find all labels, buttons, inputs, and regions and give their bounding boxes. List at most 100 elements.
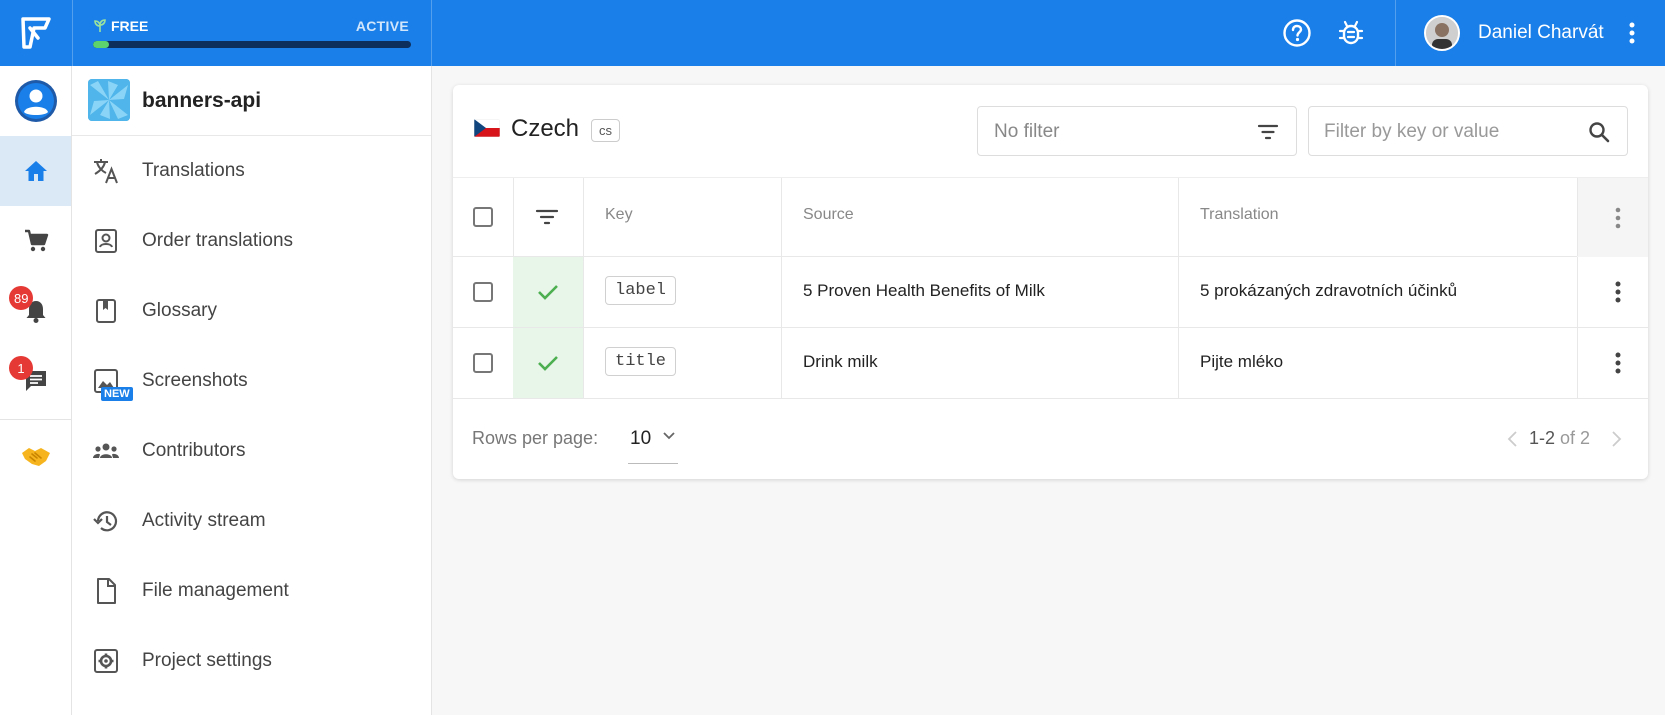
- rail-account[interactable]: [0, 66, 71, 136]
- rows-per-page-label: Rows per page:: [472, 428, 599, 448]
- plan-name: FREE: [111, 18, 149, 34]
- rail-notifications[interactable]: 89: [0, 276, 71, 346]
- handshake-icon: [21, 448, 50, 466]
- column-header-key[interactable]: Key: [605, 206, 633, 224]
- state-filter-icon[interactable]: [535, 206, 559, 228]
- next-page-icon[interactable]: [1606, 427, 1626, 451]
- sidebar-item-order-translations[interactable]: Order translations: [72, 206, 431, 276]
- history-icon: [93, 511, 118, 532]
- filter-icon: [1257, 124, 1279, 140]
- bug-report-button[interactable]: [1335, 17, 1367, 49]
- column-header-source[interactable]: Source: [803, 206, 854, 224]
- sidebar-item-file-management[interactable]: File management: [72, 556, 431, 626]
- rows-per-page-value: 10: [630, 428, 652, 449]
- filter-select[interactable]: No filter: [977, 106, 1297, 156]
- project-avatar-icon: [88, 79, 130, 121]
- rail-partners[interactable]: [0, 422, 71, 492]
- pagination-bar: Rows per page: 10 1-2 of 2: [453, 400, 1648, 479]
- check-icon: [538, 285, 558, 300]
- project-avatar: [88, 79, 130, 121]
- sidebar-item-contributors[interactable]: Contributors: [72, 416, 431, 486]
- user-photo-icon: [1426, 17, 1458, 49]
- row-checkbox[interactable]: [473, 353, 493, 373]
- table-row[interactable]: title Drink milk Pijte mléko: [453, 328, 1648, 399]
- account-circle-icon: [14, 80, 57, 122]
- page-range: 1-2 of 2: [1529, 428, 1590, 449]
- sidebar-item-project-settings[interactable]: Project settings: [72, 626, 431, 696]
- search-field[interactable]: [1308, 106, 1628, 156]
- sidebar-item-activity-stream[interactable]: Activity stream: [72, 486, 431, 556]
- rail-divider: [0, 419, 71, 420]
- user-avatar[interactable]: [1424, 15, 1460, 51]
- more-vertical-icon: [1629, 22, 1635, 44]
- czech-flag-icon: [474, 119, 500, 137]
- translations-card: Czech cs No filter Key Source Translatio…: [453, 85, 1648, 479]
- order-icon: [95, 229, 117, 253]
- filter-value: No filter: [994, 121, 1060, 142]
- row-menu-button[interactable]: [1603, 348, 1633, 378]
- top-bar: FREE ACTIVE Daniel Charvát: [0, 0, 1665, 66]
- search-input[interactable]: [1324, 119, 1574, 145]
- sidebar-item-glossary[interactable]: Glossary: [72, 276, 431, 346]
- rail-home[interactable]: [0, 136, 71, 206]
- top-bar-divider: [1395, 0, 1396, 66]
- file-icon: [97, 578, 116, 604]
- rows-per-page-select[interactable]: 10: [628, 425, 678, 464]
- row-checkbox[interactable]: [473, 282, 493, 302]
- row-menu-button[interactable]: [1603, 277, 1633, 307]
- plan-progress-bar: [93, 41, 411, 48]
- rail-messages[interactable]: 1: [0, 346, 71, 416]
- source-cell[interactable]: 5 Proven Health Benefits of Milk: [803, 281, 1045, 301]
- sidebar-item-label: Glossary: [142, 300, 217, 321]
- sidebar-item-screenshots[interactable]: NEW Screenshots: [72, 346, 431, 416]
- select-all-checkbox[interactable]: [473, 207, 493, 227]
- cart-icon: [24, 229, 48, 252]
- source-cell[interactable]: Drink milk: [803, 352, 878, 372]
- help-button[interactable]: [1281, 17, 1313, 49]
- more-vertical-icon: [1615, 281, 1621, 303]
- search-icon: [1589, 122, 1610, 143]
- user-menu-button[interactable]: [1622, 18, 1642, 48]
- page-range-total: of 2: [1560, 428, 1591, 448]
- key-chip[interactable]: label: [605, 276, 677, 305]
- translate-icon: [94, 159, 118, 184]
- bug-icon: [1338, 20, 1364, 45]
- more-vertical-icon: [1615, 352, 1621, 374]
- page-range-value: 1-2: [1529, 428, 1556, 448]
- plan-progress-fill: [93, 41, 109, 48]
- previous-page-icon[interactable]: [1503, 427, 1523, 451]
- translation-cell[interactable]: 5 prokázaných zdravotních účinků: [1200, 281, 1457, 301]
- sidebar-item-label: Contributors: [142, 440, 246, 461]
- table-row[interactable]: label 5 Proven Health Benefits of Milk 5…: [453, 257, 1648, 328]
- user-name[interactable]: Daniel Charvát: [1478, 22, 1604, 44]
- help-icon: [1283, 19, 1311, 47]
- translation-state-cell: [513, 257, 583, 327]
- language-name: Czech: [511, 115, 580, 142]
- rail-cart[interactable]: [0, 206, 71, 276]
- settings-icon: [94, 649, 118, 673]
- app-logo[interactable]: [0, 0, 72, 66]
- plan-indicator[interactable]: FREE ACTIVE: [72, 0, 432, 66]
- group-icon: [93, 443, 119, 458]
- chevron-down-icon: [663, 432, 675, 440]
- logo-icon: [21, 17, 51, 49]
- project-header[interactable]: banners-api: [72, 66, 431, 136]
- table-header: Key Source Translation: [453, 177, 1648, 257]
- column-header-translation[interactable]: Translation: [1200, 206, 1279, 224]
- more-vertical-icon: [1615, 207, 1621, 229]
- sidebar-item-label: Activity stream: [142, 510, 266, 531]
- project-sidebar: banners-api Translations Order translati…: [72, 66, 432, 715]
- new-badge: NEW: [101, 387, 133, 401]
- left-rail: 89 1: [0, 66, 72, 715]
- translation-cell[interactable]: Pijte mléko: [1200, 352, 1283, 372]
- sidebar-item-translations[interactable]: Translations: [72, 136, 431, 206]
- book-icon: [96, 299, 116, 323]
- sidebar-item-label: Order translations: [142, 230, 294, 251]
- sidebar-item-label: Project settings: [142, 650, 272, 671]
- sidebar-item-label: File management: [142, 580, 289, 601]
- sprout-icon: [94, 19, 106, 32]
- check-icon: [538, 356, 558, 371]
- columns-menu-button[interactable]: [1603, 203, 1633, 233]
- translation-state-cell: [513, 328, 583, 398]
- key-chip[interactable]: title: [605, 347, 677, 376]
